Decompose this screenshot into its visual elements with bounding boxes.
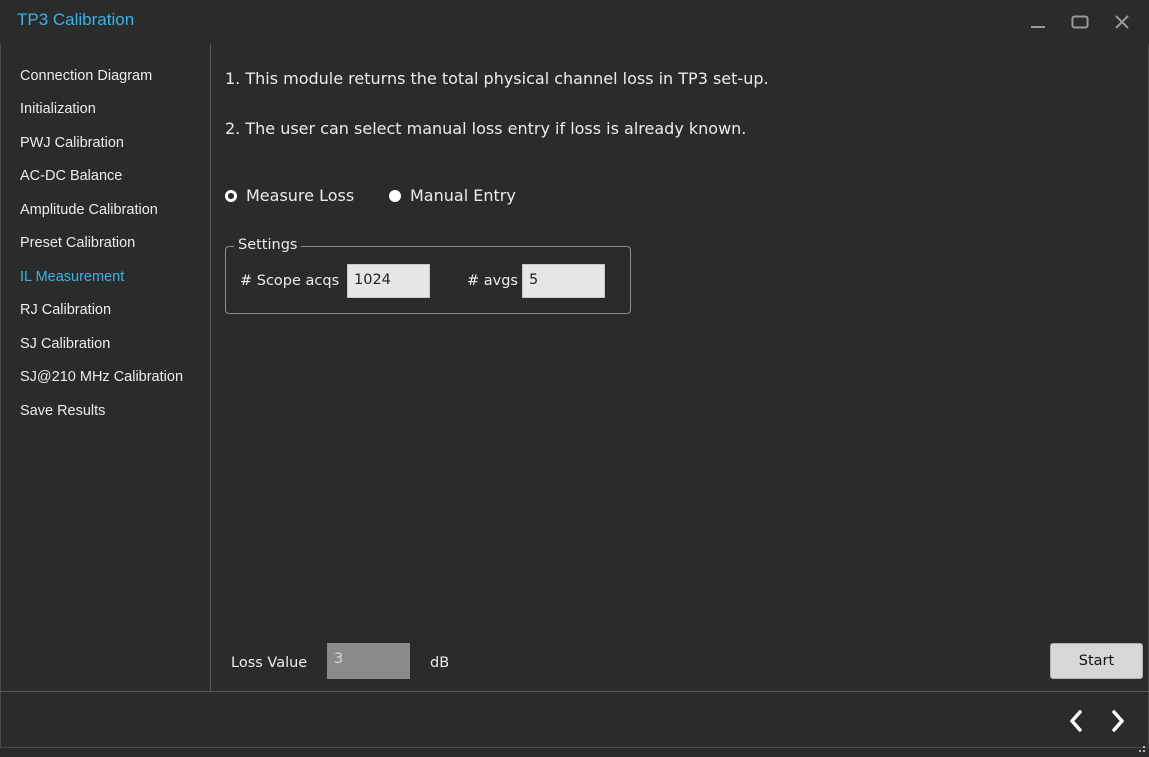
manual-entry-label: Manual Entry <box>410 186 516 205</box>
start-button[interactable]: Start <box>1050 643 1143 679</box>
avgs-input[interactable]: 5 <box>522 264 605 298</box>
measure-loss-radio[interactable]: Measure Loss <box>225 186 354 205</box>
title-bar: TP3 Calibration <box>0 0 1149 44</box>
chevron-left-icon[interactable] <box>1062 706 1090 736</box>
sidebar-item-ac-dc-balance[interactable]: AC-DC Balance <box>20 168 122 184</box>
window-title: TP3 Calibration <box>17 10 135 29</box>
measure-loss-label: Measure Loss <box>246 186 355 205</box>
instruction-1: 1. This module returns the total physica… <box>225 69 769 88</box>
sidebar-item-pwj-calibration[interactable]: PWJ Calibration <box>20 135 124 151</box>
settings-title: Settings <box>234 237 302 253</box>
sidebar-item-connection-diagram[interactable]: Connection Diagram <box>20 68 152 84</box>
manual-entry-radio[interactable]: Manual Entry <box>389 186 516 205</box>
minimize-icon[interactable] <box>1021 6 1055 38</box>
chevron-right-icon[interactable] <box>1104 706 1132 736</box>
sidebar-item-sj-210mhz-calibration[interactable]: SJ@210 MHz Calibration <box>20 369 183 385</box>
footer-bar <box>0 691 1149 752</box>
resize-grip-icon[interactable] <box>1138 738 1146 752</box>
loss-value-input[interactable]: 3 <box>327 643 410 679</box>
sidebar-item-save-results[interactable]: Save Results <box>20 403 105 419</box>
settings-group: Settings # Scope acqs 1024 # avgs 5 <box>225 237 631 314</box>
radio-checked-icon <box>225 189 237 202</box>
loss-unit-label: dB <box>430 655 450 671</box>
avgs-label: # avgs <box>467 273 518 289</box>
radio-unchecked-icon <box>389 189 401 202</box>
sidebar-item-amplitude-calibration[interactable]: Amplitude Calibration <box>20 202 158 218</box>
sidebar-item-rj-calibration[interactable]: RJ Calibration <box>20 302 111 318</box>
sidebar-item-initialization[interactable]: Initialization <box>20 101 96 117</box>
instruction-2: 2. The user can select manual loss entry… <box>225 119 747 138</box>
sidebar-item-preset-calibration[interactable]: Preset Calibration <box>20 235 135 251</box>
scope-acqs-input[interactable]: 1024 <box>347 264 430 298</box>
loss-value-label: Loss Value <box>231 655 308 671</box>
sidebar-item-sj-calibration[interactable]: SJ Calibration <box>20 336 110 352</box>
maximize-icon[interactable] <box>1063 6 1097 38</box>
scope-acqs-label: # Scope acqs <box>240 273 340 289</box>
main-panel: 1. This module returns the total physica… <box>211 44 1149 691</box>
sidebar-item-il-measurement[interactable]: IL Measurement <box>20 269 124 285</box>
sidebar-nav: Connection Diagram Initialization PWJ Ca… <box>0 44 211 691</box>
close-icon[interactable] <box>1105 6 1139 38</box>
